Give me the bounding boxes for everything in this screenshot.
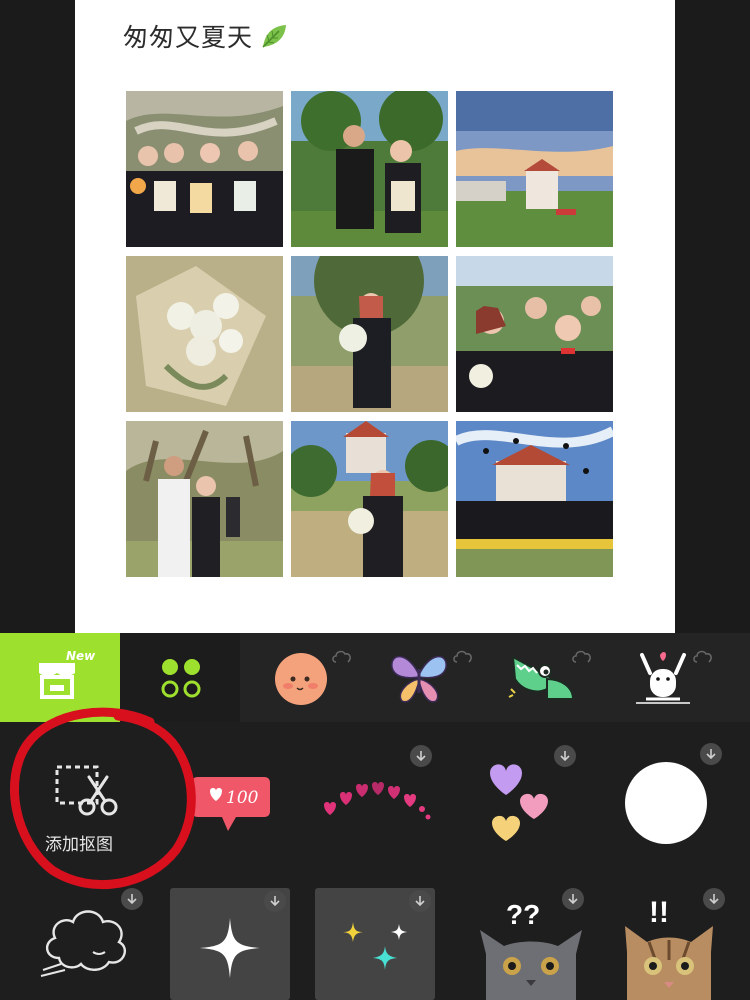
add-cutout-label: 添加抠图: [45, 835, 113, 855]
question-cat-sticker[interactable]: ??: [462, 880, 607, 1000]
leaf-icon: [262, 25, 287, 48]
photo-7[interactable]: [126, 421, 283, 577]
white-circle-sticker[interactable]: [600, 735, 745, 875]
download-icon[interactable]: [410, 745, 432, 767]
steam-cloud-sticker[interactable]: [25, 880, 170, 1000]
photo-grid: [126, 91, 613, 577]
cloud-download-icon[interactable]: [571, 648, 593, 664]
collage-card[interactable]: 匆匆又夏天: [75, 0, 675, 633]
like-100-sticker[interactable]: 100: [170, 735, 315, 875]
scissors-cutout-icon: [55, 765, 118, 816]
sticker-category-bar: New: [0, 633, 750, 722]
collage-title-text: 匆匆又夏天: [123, 23, 254, 52]
download-icon[interactable]: [121, 888, 143, 910]
multi-sparkle-icon: [343, 922, 407, 970]
download-icon[interactable]: [562, 888, 584, 910]
tab-peach-face[interactable]: [245, 633, 355, 722]
tab-cheering-bear[interactable]: [620, 633, 730, 722]
download-icon[interactable]: [700, 743, 722, 765]
tab-cutout[interactable]: New: [0, 633, 120, 722]
cloud-download-icon[interactable]: [331, 648, 353, 664]
photo-4[interactable]: [126, 256, 283, 412]
exclaim-cat-sticker[interactable]: !!: [605, 880, 750, 1000]
single-sparkle-sticker[interactable]: [170, 888, 290, 1000]
download-icon[interactable]: [554, 745, 576, 767]
hearts-arc-icon: [324, 782, 431, 820]
grid-dots-icon: [161, 659, 201, 698]
download-icon[interactable]: [264, 890, 286, 912]
photo-5[interactable]: [291, 256, 448, 412]
photo-6[interactable]: [456, 256, 613, 412]
svg-text:!!: !!: [649, 896, 669, 929]
photo-2[interactable]: [291, 91, 448, 247]
hearts-cluster-sticker[interactable]: [458, 735, 603, 875]
tab-all-stickers[interactable]: [120, 633, 240, 722]
crocodile-icon: [508, 655, 575, 700]
cloud-download-icon[interactable]: [452, 648, 474, 664]
cloud-download-icon[interactable]: [692, 648, 714, 664]
white-circle-icon: [625, 762, 707, 844]
like-count-text: 100: [226, 788, 259, 808]
photo-1[interactable]: [126, 91, 283, 247]
download-icon[interactable]: [703, 888, 725, 910]
photo-8[interactable]: [291, 421, 448, 577]
collage-title[interactable]: 匆匆又夏天: [123, 18, 289, 54]
exclaim-cat-icon: !!: [625, 896, 713, 1000]
new-badge: New: [66, 649, 96, 663]
question-cat-icon: ??: [480, 899, 582, 1000]
photo-3[interactable]: [456, 91, 613, 247]
steam-cloud-icon: [40, 910, 126, 977]
photo-9[interactable]: [456, 421, 613, 577]
sparkle-icon: [200, 918, 260, 978]
peach-face-icon: [275, 653, 327, 705]
hearts-arc-sticker[interactable]: [310, 735, 455, 875]
cheering-bear-icon: [636, 652, 690, 704]
svg-text:??: ??: [506, 899, 540, 930]
hearts-cluster-icon: [490, 764, 548, 841]
tab-butterfly[interactable]: [368, 633, 478, 722]
tab-crocodile[interactable]: [495, 633, 605, 722]
multi-sparkle-sticker[interactable]: [315, 888, 435, 1000]
download-icon[interactable]: [409, 890, 431, 912]
butterfly-icon: [391, 656, 447, 703]
